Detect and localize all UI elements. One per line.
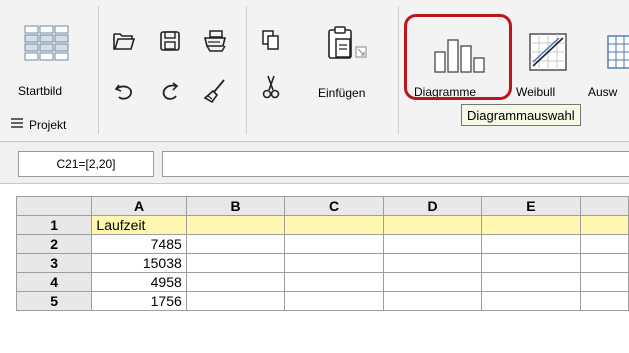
table-row: 1 Laufzeit xyxy=(15,215,629,235)
separator xyxy=(98,6,99,134)
spreadsheet-grid: A B C D E 1 Laufzeit 2 7485 3 15038 4 49… xyxy=(15,196,629,311)
column-header-c[interactable]: C xyxy=(284,196,384,216)
cell[interactable] xyxy=(382,234,483,254)
table-row: 5 1756 xyxy=(15,291,629,311)
cell-a4[interactable]: 4958 xyxy=(91,272,187,292)
cut-button[interactable] xyxy=(258,72,284,102)
paint-brush-icon xyxy=(203,79,225,104)
cell[interactable] xyxy=(579,272,629,292)
weibull-plot-icon xyxy=(526,30,570,74)
table-grid-icon xyxy=(604,32,629,72)
format-paint-button[interactable] xyxy=(200,76,230,106)
cell[interactable] xyxy=(579,253,629,273)
cell-f1[interactable] xyxy=(579,215,629,235)
table-row: 3 15038 xyxy=(15,253,629,273)
cell-c1[interactable] xyxy=(284,215,384,235)
cell-a1[interactable]: Laufzeit xyxy=(91,215,187,235)
startbild-label: Startbild xyxy=(18,84,63,98)
print-button[interactable] xyxy=(200,26,230,56)
cell[interactable] xyxy=(185,234,286,254)
table-row: 2 7485 xyxy=(15,234,629,254)
highlight-box xyxy=(404,14,512,100)
open-button[interactable] xyxy=(110,28,138,54)
cell[interactable] xyxy=(185,291,286,311)
cell-e1[interactable] xyxy=(481,215,581,235)
row-header[interactable]: 4 xyxy=(15,272,93,292)
column-header-f[interactable] xyxy=(579,196,629,216)
undo-button[interactable] xyxy=(110,78,138,104)
redo-button[interactable] xyxy=(156,78,184,104)
einfuegen-label: Einfügen xyxy=(318,86,366,100)
cell-d1[interactable] xyxy=(382,215,483,235)
cell-b1[interactable] xyxy=(185,215,286,235)
cell[interactable] xyxy=(284,253,384,273)
formula-bar: C21=[2,20] xyxy=(0,142,629,184)
column-header-e[interactable]: E xyxy=(481,196,581,216)
ribbon-toolbar: Startbild Einfügen Diagramme Weibull Aus… xyxy=(0,0,629,142)
row-header[interactable]: 1 xyxy=(15,215,93,235)
cell[interactable] xyxy=(382,253,483,273)
column-header-b[interactable]: B xyxy=(185,196,286,216)
cell[interactable] xyxy=(481,272,581,292)
row-header[interactable]: 5 xyxy=(15,291,93,311)
redo-arrow-icon xyxy=(162,82,179,100)
cell[interactable] xyxy=(284,234,384,254)
projekt-menu[interactable]: Projekt xyxy=(10,117,66,132)
separator xyxy=(246,6,247,134)
floppy-disk-icon xyxy=(160,31,180,51)
undo-arrow-icon xyxy=(114,84,132,100)
cell-a2[interactable]: 7485 xyxy=(91,234,187,254)
row-header[interactable]: 3 xyxy=(15,253,93,273)
hamburger-menu-icon xyxy=(10,117,24,132)
cell[interactable] xyxy=(185,253,286,273)
cell[interactable] xyxy=(481,253,581,273)
copy-icon xyxy=(262,30,279,50)
corner-cell[interactable] xyxy=(15,196,93,216)
cell[interactable] xyxy=(481,291,581,311)
cell[interactable] xyxy=(382,272,483,292)
weibull-label: Weibull xyxy=(516,85,556,99)
projekt-label: Projekt xyxy=(29,117,67,132)
cell-a3[interactable]: 15038 xyxy=(91,253,187,273)
tooltip: Diagrammauswahl xyxy=(461,104,581,126)
table-row: 4 4958 xyxy=(15,272,629,292)
cell[interactable] xyxy=(579,234,629,254)
column-header-row: A B C D E xyxy=(15,196,629,216)
scissors-icon xyxy=(262,75,280,99)
cell[interactable] xyxy=(185,272,286,292)
auswertung-label: Ausw xyxy=(588,85,618,99)
row-header[interactable]: 2 xyxy=(15,234,93,254)
cell-reference-box[interactable]: C21=[2,20] xyxy=(18,151,154,177)
column-header-a[interactable]: A xyxy=(91,196,187,216)
folder-open-icon xyxy=(113,33,136,50)
column-header-d[interactable]: D xyxy=(382,196,483,216)
grid-layout-icon xyxy=(22,22,72,66)
paste-clipboard-icon xyxy=(326,24,368,66)
cell-a5[interactable]: 1756 xyxy=(91,291,187,311)
cell[interactable] xyxy=(382,291,483,311)
save-button[interactable] xyxy=(156,28,184,54)
formula-input[interactable] xyxy=(162,151,629,177)
cell[interactable] xyxy=(579,291,629,311)
cell[interactable] xyxy=(284,291,384,311)
cell[interactable] xyxy=(284,272,384,292)
copy-button[interactable] xyxy=(258,26,284,54)
separator xyxy=(398,6,399,134)
printer-icon xyxy=(203,30,227,52)
cell[interactable] xyxy=(481,234,581,254)
